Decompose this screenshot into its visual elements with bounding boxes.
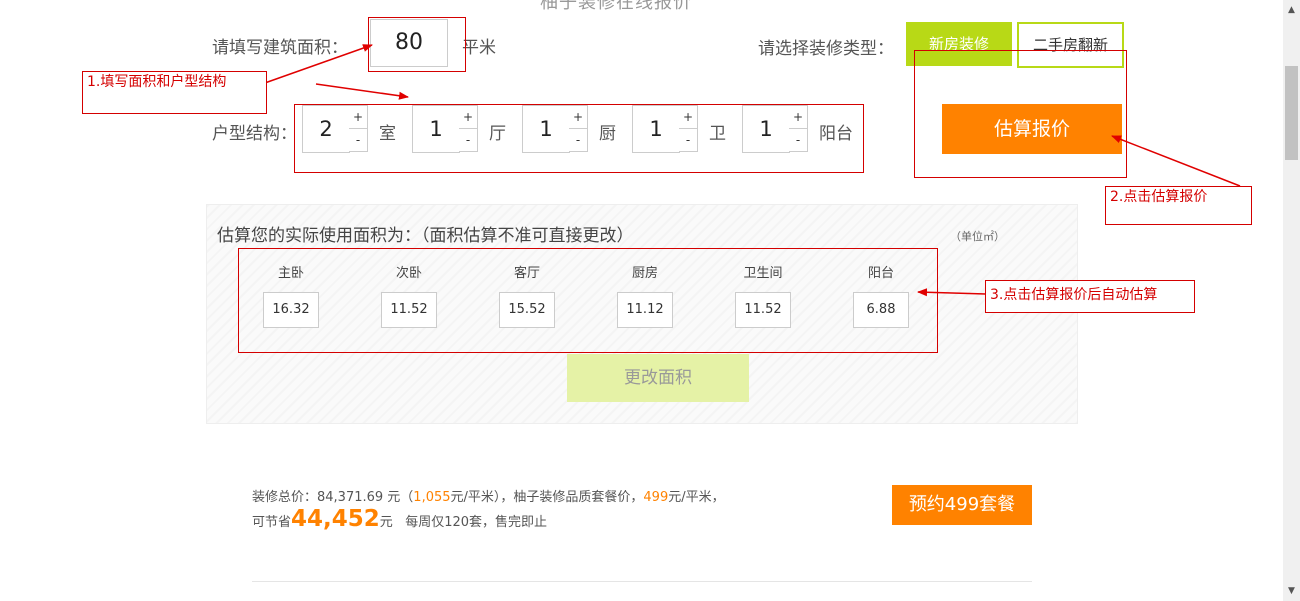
scrollbar-thumb[interactable] [1285,66,1298,160]
annotation-note-step3: 3.点击估算报价后自动估算 [985,280,1195,313]
annotation-note-step2: 2.点击估算报价 [1105,186,1252,225]
annotation-note-step1: 1.填写面积和户型结构 [82,71,267,114]
scroll-down-icon[interactable]: ▼ [1285,585,1298,597]
scroll-up-icon[interactable]: ▲ [1285,4,1298,16]
